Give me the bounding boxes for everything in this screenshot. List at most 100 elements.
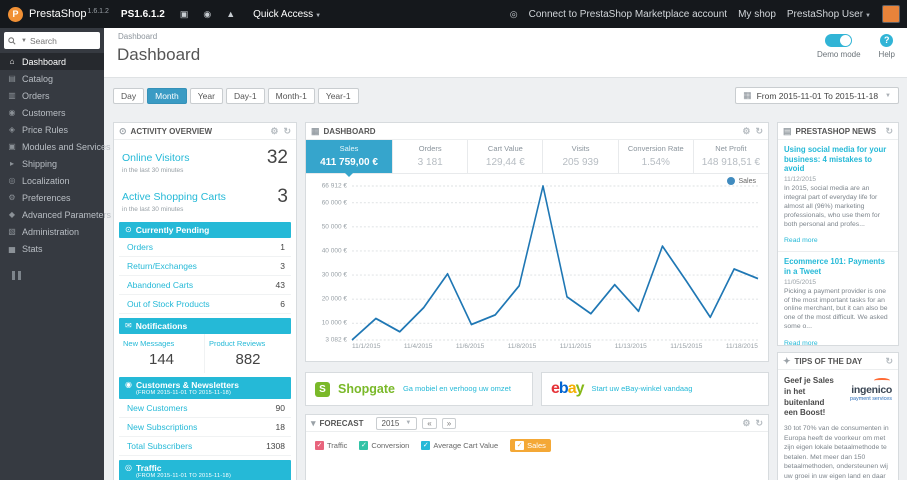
filter-year-button[interactable]: Year	[189, 87, 223, 104]
new-messages-cell[interactable]: New Messages 144	[119, 334, 205, 373]
sidebar-item-modules[interactable]: ▣ Modules and Services	[0, 138, 110, 155]
chevron-down-icon[interactable]: ▾	[311, 418, 316, 429]
sidebar-item-administration[interactable]: ▧ Administration	[0, 223, 104, 240]
cart-icon[interactable]: ▣	[180, 9, 189, 20]
sidebar-item-shipping[interactable]: ▸ Shipping	[0, 155, 104, 172]
dashboard-icon: ▦	[311, 125, 320, 136]
active-carts-value: 3	[277, 186, 288, 207]
pending-row-abandoned-carts[interactable]: Abandoned Carts 43	[119, 276, 291, 295]
sidebar-item-orders[interactable]: ▥ Orders	[0, 87, 104, 104]
customers-row-new-subscriptions[interactable]: New Subscriptions 18	[119, 418, 291, 437]
ebay-logo-letter: a	[567, 380, 577, 397]
refresh-icon[interactable]: ↻	[885, 126, 893, 137]
tips-body-text: 30 tot 70% van de consumenten in Europa …	[784, 425, 889, 480]
sidebar-item-advanced-parameters[interactable]: ◆ Advanced Parameters	[0, 206, 111, 223]
user-menu[interactable]: PrestaShop User ▼	[787, 9, 871, 20]
activity-icon: ⊙	[119, 125, 127, 136]
sidebar-collapse-button[interactable]	[12, 271, 104, 280]
sidebar-item-preferences[interactable]: ⚙ Preferences	[0, 189, 104, 206]
ebay-logo: ebay	[551, 380, 584, 398]
x-tick-label: 11/8/2015	[507, 343, 537, 350]
checkbox-icon[interactable]: ✓	[359, 441, 369, 450]
kpi-conversion-rate[interactable]: Conversion Rate 1.54%	[619, 140, 694, 173]
customers-row-total-subscribers[interactable]: Total Subscribers 1308	[119, 437, 291, 456]
demo-mode-toggle[interactable]	[825, 34, 853, 47]
x-tick-label: 11/11/2015	[559, 343, 592, 350]
customers-row-new-customers[interactable]: New Customers 90	[119, 399, 291, 418]
filter-month-1-button[interactable]: Month-1	[267, 87, 315, 104]
user-avatar[interactable]	[882, 5, 900, 23]
online-visitors-link[interactable]: Online Visitors	[122, 152, 190, 164]
checkbox-icon[interactable]: ✓	[315, 441, 324, 450]
filter-day-button[interactable]: Day	[113, 87, 145, 104]
forecast-next-button[interactable]: »	[441, 417, 457, 429]
legend-conversion[interactable]: ✓ Conversion	[359, 441, 409, 450]
refresh-icon[interactable]: ↻	[283, 126, 291, 137]
online-visitors-value: 32	[266, 147, 288, 168]
chart-y-axis: 66 912 € 60 000 € 50 000 € 40 000 € 30 000 €…	[308, 183, 352, 344]
quick-access-menu[interactable]: Quick Access ▼	[253, 9, 321, 20]
forecast-prev-button[interactable]: «	[422, 417, 437, 429]
sidebar-item-label: Dashboard	[22, 56, 67, 67]
sidebar-item-stats[interactable]: ▅ Stats	[0, 240, 104, 257]
refresh-icon[interactable]: ↻	[755, 418, 763, 429]
kpi-sales[interactable]: Sales 411 759,00 €	[306, 140, 394, 177]
sidebar-item-dashboard[interactable]: ⌂ Dashboard	[0, 53, 104, 70]
read-more-link[interactable]: Read more	[784, 237, 818, 244]
forecast-year-select[interactable]: 2015 ▼	[375, 416, 418, 430]
chart-plot-area: Sales	[351, 177, 759, 341]
kpi-orders[interactable]: Orders 3 181	[393, 140, 469, 173]
filter-month-button[interactable]: Month	[147, 87, 187, 104]
news-title-link[interactable]: Ecommerce 101: Payments in a Tweet	[784, 257, 892, 276]
checkbox-icon[interactable]: ✓	[515, 441, 525, 450]
active-carts-link[interactable]: Active Shopping Carts	[122, 191, 226, 203]
launch-icon[interactable]: ▲	[226, 9, 235, 19]
news-title-link[interactable]: Using social media for your business: 4 …	[784, 145, 892, 174]
filter-year-1-button[interactable]: Year-1	[317, 87, 359, 104]
page-title: Dashboard	[117, 45, 201, 64]
pending-row-orders[interactable]: Orders 1	[119, 238, 291, 257]
pending-row-returns[interactable]: Return/Exchanges 3	[119, 257, 291, 276]
date-range-picker[interactable]: ▦ From 2015-11-01 To 2015-11-18 ▼	[735, 87, 899, 104]
sidebar-item-catalog[interactable]: ▤ Catalog	[0, 70, 104, 87]
home-icon: ⌂	[9, 57, 15, 66]
chart-legend[interactable]: Sales	[727, 177, 756, 185]
kpi-row: Sales 411 759,00 € Orders 3 181 Cart Value…	[306, 140, 768, 177]
x-tick-label: 11/6/2015	[455, 343, 485, 350]
date-filter-bar: Day Month Year Day-1 Month-1 Year-1 ▦ Fr…	[113, 87, 899, 104]
marketplace-link[interactable]: Connect to PrestaShop Marketplace accoun…	[529, 9, 727, 20]
my-shop-link[interactable]: My shop	[738, 9, 776, 20]
person-icon[interactable]: ◉	[203, 9, 211, 20]
legend-traffic[interactable]: ✓ Traffic	[315, 441, 347, 450]
filter-day-1-button[interactable]: Day-1	[225, 87, 265, 104]
sidebar-item-customers[interactable]: ◉ Customers	[0, 104, 104, 121]
sidebar-item-label: Customers	[22, 107, 66, 118]
kpi-net-profit[interactable]: Net Profit 148 918,51 €	[694, 140, 768, 173]
legend-average-cart-value[interactable]: ✓ Average Cart Value	[421, 441, 498, 450]
refresh-icon[interactable]: ↻	[885, 356, 893, 367]
gear-icon[interactable]: ⚙	[270, 126, 278, 137]
pending-row-out-of-stock[interactable]: Out of Stock Products 6	[119, 295, 291, 314]
read-more-link[interactable]: Read more	[784, 340, 818, 345]
sidebar-item-price-rules[interactable]: ◈ Price Rules	[0, 121, 104, 138]
y-tick-label: 20 000 €	[321, 295, 347, 303]
kpi-visits[interactable]: Visits 205 939	[543, 140, 619, 173]
shopgate-link[interactable]: Ga mobiel en verhoog uw omzet	[403, 384, 511, 393]
search-input[interactable]	[29, 35, 86, 46]
checkbox-icon[interactable]: ✓	[421, 441, 431, 450]
sidebar-search[interactable]: ▼	[4, 32, 100, 49]
ebay-link[interactable]: Start uw eBay-winkel vandaag	[592, 384, 693, 393]
legend-sales[interactable]: ✓ Sales	[510, 439, 551, 452]
product-reviews-cell[interactable]: Product Reviews 882	[205, 334, 291, 373]
chevron-down-icon[interactable]: ▼	[21, 38, 27, 44]
help-icon[interactable]: ?	[880, 34, 894, 47]
kpi-cart-value[interactable]: Cart Value 129,44 €	[468, 140, 544, 173]
ingenico-swoosh-icon	[874, 378, 890, 383]
refresh-icon[interactable]: ↻	[755, 126, 763, 137]
sidebar-item-localization[interactable]: ◎ Localization	[0, 172, 104, 189]
gear-icon[interactable]: ⚙	[742, 418, 750, 429]
gear-icon[interactable]: ⚙	[742, 126, 750, 137]
envelope-icon: ✉	[125, 321, 132, 330]
sidebar-item-label: Catalog	[22, 73, 54, 84]
x-tick-label: 11/4/2015	[403, 343, 433, 350]
